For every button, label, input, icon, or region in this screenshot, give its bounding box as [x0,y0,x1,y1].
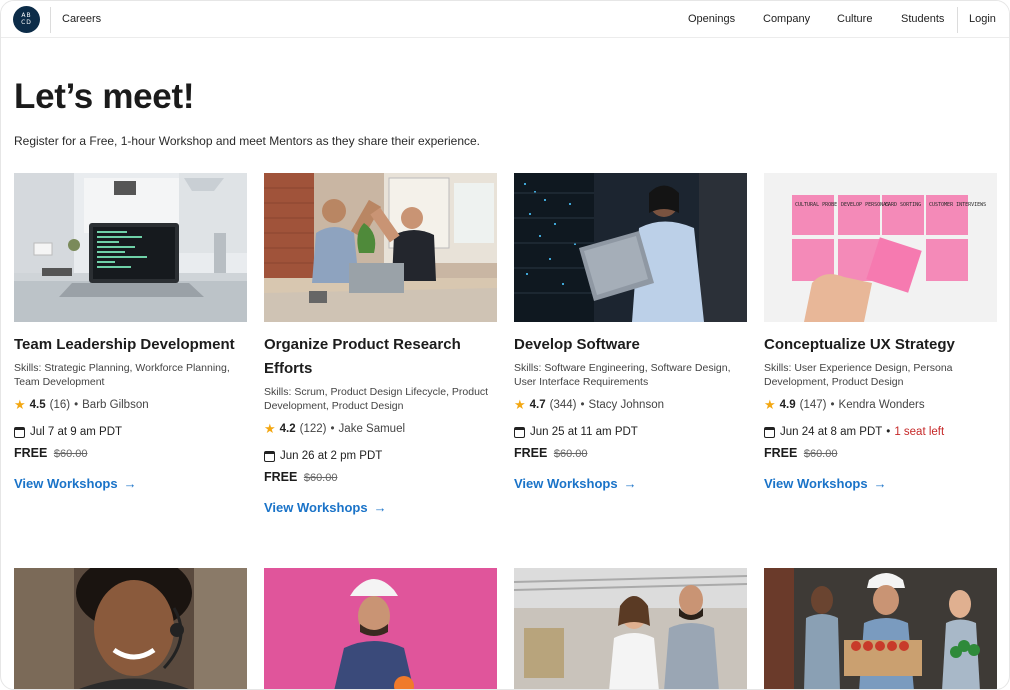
star-icon: ★ [264,421,276,436]
calendar-icon [14,426,25,438]
review-count: (16) [49,399,71,411]
nav-company[interactable]: Company [763,13,810,25]
arrow-right-icon: → [123,476,137,491]
workshop-date: Jun 25 at 11 am PDT [530,426,638,438]
calendar-icon [764,426,775,438]
star-icon: ★ [14,397,26,412]
header-divider [50,7,51,33]
arrow-right-icon: → [373,500,387,515]
view-workshops-label: View Workshops [14,476,118,491]
workshop-date: Jun 24 at 8 am PDT [780,426,883,438]
price-row: FREE $60.00 [514,446,587,460]
price-row: FREE $60.00 [14,446,87,460]
card-skills: Skills: Software Engineering, Software D… [514,362,731,388]
server-room-photo[interactable] [514,173,747,322]
svg-text:CARD SORTING: CARD SORTING [885,202,921,208]
arrow-right-icon: → [873,476,887,491]
card-skills: Skills: Scrum, Product Design Lifecycle,… [264,386,489,412]
rating-row: ★ 4.7 (344) • Stacy Johnson [514,397,664,412]
original-price: $60.00 [803,448,838,460]
top-navigation-bar: AB CD Careers Openings Company Culture St… [1,1,1009,38]
hardhat-worker-photo[interactable] [264,568,497,689]
view-workshops-link[interactable]: View Workshops → [514,476,637,491]
nav-divider [957,7,958,33]
calendar-icon [264,450,275,462]
review-count: (122) [299,423,327,435]
high-five-photo[interactable] [264,173,497,322]
nav-openings[interactable]: Openings [688,13,735,25]
rating-value: 4.2 [279,423,296,435]
mentor-name: Barb Gilbson [82,399,149,411]
view-workshops-link[interactable]: View Workshops → [764,476,887,491]
price-row: FREE $60.00 [264,470,337,484]
view-workshops-label: View Workshops [264,500,368,515]
star-icon: ★ [764,397,776,412]
nav-culture[interactable]: Culture [837,13,872,25]
mentor-name: Stacy Johnson [588,399,664,411]
card-title[interactable]: Develop Software [514,333,747,357]
svg-text:CULTURAL PROBE: CULTURAL PROBE [795,202,837,208]
rating-value: 4.5 [29,399,46,411]
company-logo[interactable]: AB CD [13,6,40,33]
original-price: $60.00 [303,472,338,484]
workshop-date: Jul 7 at 9 am PDT [30,426,123,438]
review-count: (147) [799,399,827,411]
workshop-card: Organize Product Research Efforts Skills… [264,173,497,523]
retail-team-photo[interactable] [514,568,747,689]
date-row: Jul 7 at 9 am PDT [14,424,122,440]
headset-agent-photo[interactable] [14,568,247,689]
price-row: FREE $60.00 [764,446,837,460]
card-skills: Skills: Strategic Planning, Workforce Pl… [14,362,230,388]
view-workshops-label: View Workshops [764,476,868,491]
page-subtitle: Register for a Free, 1-hour Workshop and… [14,134,481,148]
card-title[interactable]: Team Leadership Development [14,333,247,357]
rating-row: ★ 4.5 (16) • Barb Gilbson [14,397,149,412]
price-free: FREE [14,446,48,460]
date-row: Jun 26 at 2 pm PDT [264,448,382,464]
view-workshops-label: View Workshops [514,476,618,491]
rating-value: 4.7 [529,399,546,411]
workshop-card: CULTURAL PROBE DEVELOP PERSONAS CARD SOR… [764,173,997,503]
date-row: Jun 25 at 11 am PDT [514,424,638,440]
price-free: FREE [264,470,298,484]
svg-text:CUSTOMER INTERVIEWS: CUSTOMER INTERVIEWS [929,202,986,208]
workshop-card: Develop Software Skills: Software Engine… [514,173,747,503]
original-price: $60.00 [53,448,88,460]
mentor-name: Kendra Wonders [838,399,925,411]
date-row: Jun 24 at 8 am PDT • 1 seat left [764,424,944,440]
view-workshops-link[interactable]: View Workshops → [264,500,387,515]
page-title: Let’s meet! [14,77,195,116]
careers-label[interactable]: Careers [62,13,101,25]
workshop-date: Jun 26 at 2 pm PDT [280,450,383,462]
price-free: FREE [764,446,798,460]
workshop-card: Team Leadership Development Skills: Stra… [14,173,247,503]
svg-text:DEVELOP PERSONAS: DEVELOP PERSONAS [841,202,889,208]
card-title[interactable]: Conceptualize UX Strategy [764,333,997,357]
laptop-desk-photo[interactable] [14,173,247,322]
produce-crate-photo[interactable] [764,568,997,689]
calendar-icon [514,426,525,438]
page-frame: AB CD Careers Openings Company Culture St… [0,0,1010,690]
rating-row: ★ 4.9 (147) • Kendra Wonders [764,397,925,412]
sticky-notes-photo[interactable]: CULTURAL PROBE DEVELOP PERSONAS CARD SOR… [764,173,997,322]
review-count: (344) [549,399,577,411]
rating-row: ★ 4.2 (122) • Jake Samuel [264,421,406,436]
seats-left-badge: 1 seat left [894,426,945,438]
rating-value: 4.9 [779,399,796,411]
star-icon: ★ [514,397,526,412]
price-free: FREE [514,446,548,460]
arrow-right-icon: → [623,476,637,491]
nav-students[interactable]: Students [901,13,944,25]
mentor-name: Jake Samuel [338,423,406,435]
original-price: $60.00 [553,448,588,460]
login-link[interactable]: Login [969,13,996,25]
view-workshops-link[interactable]: View Workshops → [14,476,137,491]
card-skills: Skills: User Experience Design, Persona … [764,362,953,388]
card-title[interactable]: Organize Product Research Efforts [264,333,497,381]
